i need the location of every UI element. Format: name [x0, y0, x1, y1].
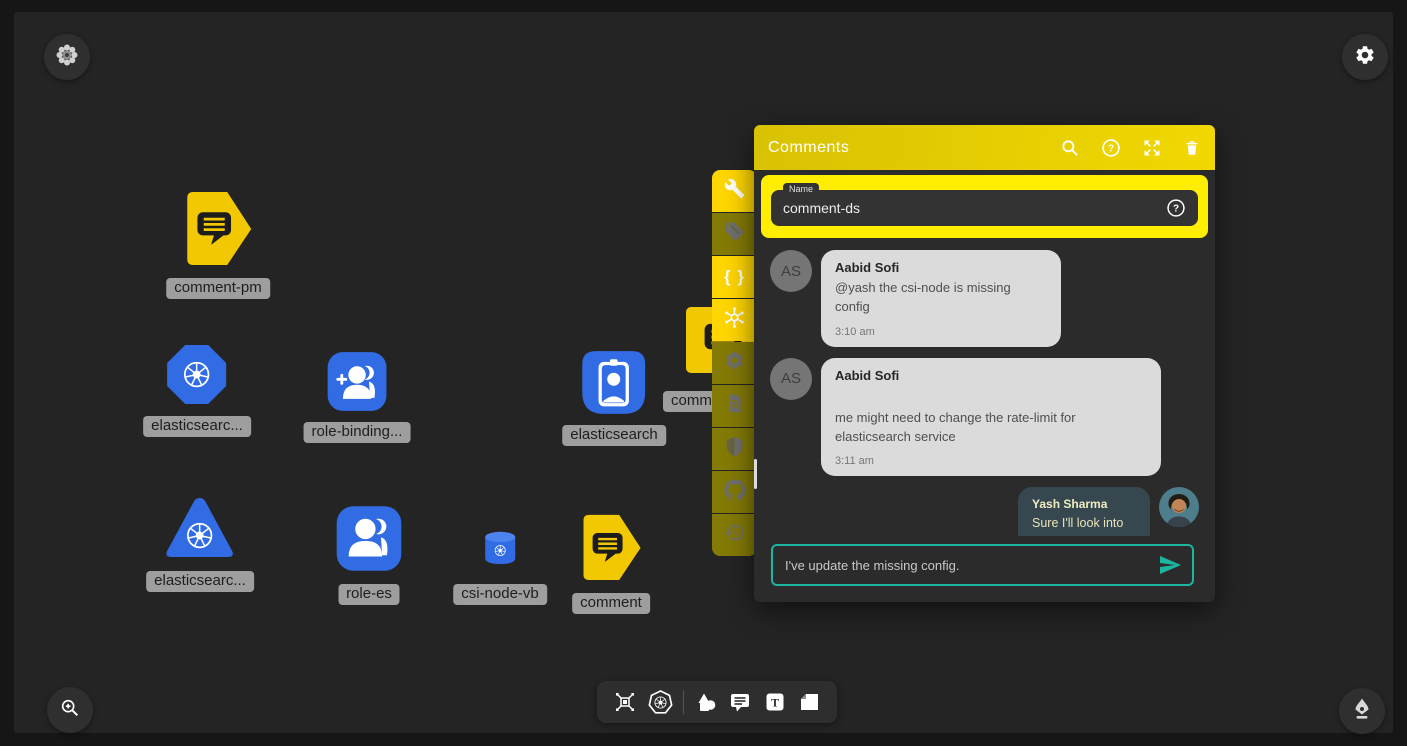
- name-input[interactable]: [783, 200, 1166, 216]
- shape-toolbar: T: [597, 681, 837, 723]
- github-tool-button[interactable]: [712, 471, 757, 513]
- hub-tool-button[interactable]: [712, 299, 757, 341]
- settings-button[interactable]: [1342, 34, 1388, 80]
- svg-text:?: ?: [1108, 143, 1114, 154]
- message-text: @yash the csi-node is missing config: [835, 279, 1047, 317]
- zoom-in-icon: [59, 697, 81, 724]
- design-canvas[interactable]: comment-pm elasticsearc... role-binding.…: [14, 12, 1393, 733]
- comments-panel: Comments ?: [754, 125, 1215, 602]
- name-field-label: Name: [783, 183, 819, 196]
- gear-icon: [724, 350, 745, 376]
- configure-tool-button[interactable]: [712, 170, 757, 212]
- hub-icon: [723, 306, 746, 334]
- canvas-node-role-es[interactable]: role-es: [336, 505, 403, 605]
- canvas-node-role-binding[interactable]: role-binding...: [304, 351, 411, 443]
- help-icon[interactable]: ?: [1166, 198, 1186, 218]
- tags-icon: [724, 221, 745, 247]
- canvas-node-elasticsearch-sa[interactable]: elasticsearch: [562, 350, 666, 446]
- comment-tool-icon[interactable]: [728, 690, 752, 714]
- message-bubble: Yash Sharma Sure I'll look into this 3:2…: [1018, 487, 1150, 536]
- comment-flag-icon: [181, 188, 255, 268]
- send-icon[interactable]: [1158, 553, 1182, 577]
- security-tool-button[interactable]: [712, 428, 757, 470]
- kubernetes-icon[interactable]: [648, 690, 673, 715]
- circuit-icon[interactable]: [613, 690, 637, 714]
- message-time: 3:10 am: [835, 326, 1047, 338]
- k8s-octagon-icon: [165, 343, 228, 406]
- storage-cylinder-icon: [484, 531, 516, 565]
- node-label: elasticsearch: [562, 425, 666, 446]
- role-binding-icon: [326, 351, 387, 412]
- canvas-node-elasticsearch-octagon[interactable]: elasticsearc...: [143, 343, 251, 437]
- scrollbar-thumb[interactable]: [754, 459, 757, 489]
- message-row: AS Aabid Sofi @yash the csi-node is miss…: [770, 250, 1199, 347]
- avatar-photo: [1159, 487, 1199, 527]
- trash-icon[interactable]: [1183, 138, 1201, 158]
- doc-search-icon: [724, 393, 745, 419]
- k8s-triangle-icon: [163, 495, 236, 561]
- flower-logo-icon: [55, 43, 79, 72]
- pen-nib-icon: [1350, 697, 1374, 726]
- service-account-icon: [581, 350, 646, 415]
- svg-text:?: ?: [1173, 204, 1179, 215]
- comment-input-row: [771, 544, 1194, 586]
- text-tool-icon[interactable]: T: [763, 690, 787, 714]
- note-tool-icon[interactable]: [797, 690, 821, 714]
- role-icon: [336, 505, 403, 572]
- message-bubble: Aabid Sofi me might need to change the r…: [821, 358, 1161, 477]
- svg-text:T: T: [770, 696, 778, 710]
- message-time: 3:11 am: [835, 455, 1147, 467]
- message-bubble: Aabid Sofi @yash the csi-node is missing…: [821, 250, 1061, 347]
- message-text: me might need to change the rate-limit f…: [835, 409, 1147, 447]
- avatar: AS: [770, 250, 812, 292]
- message-author: Aabid Sofi: [835, 260, 1047, 275]
- comments-panel-header[interactable]: Comments ?: [754, 125, 1215, 170]
- braces-icon: { }: [724, 267, 745, 287]
- message-row: Yash Sharma Sure I'll look into this 3:2…: [770, 487, 1199, 536]
- message-row: AS Aabid Sofi me might need to change th…: [770, 358, 1199, 477]
- message-author: Aabid Sofi: [835, 368, 1147, 383]
- settings-gear-icon: [1354, 44, 1376, 71]
- labels-tool-button[interactable]: [712, 213, 757, 255]
- node-label: role-es: [338, 584, 400, 605]
- settings-tool-button[interactable]: [712, 342, 757, 384]
- github-icon: [724, 479, 746, 506]
- pen-tool-button[interactable]: [1339, 688, 1385, 734]
- expand-icon[interactable]: [1142, 138, 1162, 158]
- zoom-button[interactable]: [47, 687, 93, 733]
- node-label: role-binding...: [304, 422, 411, 443]
- node-label: elasticsearc...: [143, 416, 251, 437]
- node-label: comment-pm: [166, 278, 270, 299]
- message-text: Sure I'll look into this: [1032, 514, 1136, 536]
- inspect-tool-button[interactable]: [712, 385, 757, 427]
- node-label: comment: [572, 593, 650, 614]
- wrench-icon: [724, 178, 745, 204]
- node-action-toolbar: { }: [712, 170, 757, 556]
- node-label: csi-node-vb: [453, 584, 547, 605]
- avatar: AS: [770, 358, 812, 400]
- search-icon[interactable]: [1060, 138, 1080, 158]
- name-field-section: Name ?: [761, 175, 1208, 238]
- message-list[interactable]: AS Aabid Sofi @yash the csi-node is miss…: [754, 242, 1215, 536]
- comment-input[interactable]: [785, 558, 1158, 573]
- shapes-icon[interactable]: [694, 690, 718, 714]
- name-input-box[interactable]: Name ?: [771, 190, 1198, 226]
- canvas-node-csi-node-vb[interactable]: csi-node-vb: [453, 531, 547, 605]
- comment-flag-icon: [578, 511, 644, 583]
- panel-title: Comments: [768, 139, 849, 157]
- message-author: Yash Sharma: [1032, 497, 1136, 511]
- panel-header-actions: ?: [1060, 138, 1201, 158]
- node-label: elasticsearc...: [146, 571, 254, 592]
- canvas-node-comment-pm[interactable]: comment-pm: [166, 188, 270, 299]
- canvas-node-comment[interactable]: comment: [572, 511, 650, 614]
- app-canvas-page: comment-pm elasticsearc... role-binding.…: [0, 0, 1407, 746]
- app-logo-button[interactable]: [44, 34, 90, 80]
- toolbar-divider: [683, 690, 684, 714]
- help-icon[interactable]: ?: [1101, 138, 1121, 158]
- json-tool-button[interactable]: { }: [712, 256, 757, 298]
- canvas-node-elasticsearch-triangle[interactable]: elasticsearc...: [146, 495, 254, 592]
- history-icon: [724, 522, 745, 548]
- history-tool-button[interactable]: [712, 514, 757, 556]
- shield-icon: [724, 436, 745, 462]
